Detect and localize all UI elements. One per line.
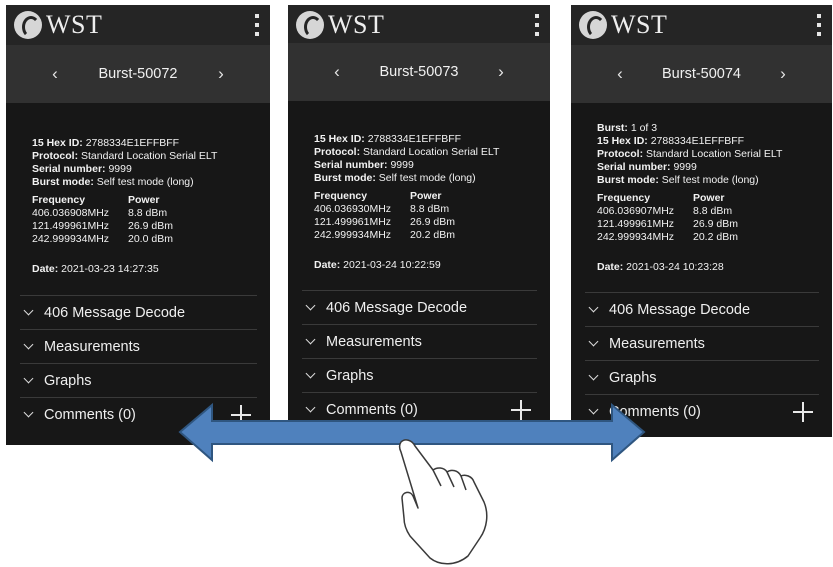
pointing-hand: [398, 439, 488, 565]
swipe-gesture-overlay: [178, 402, 646, 565]
